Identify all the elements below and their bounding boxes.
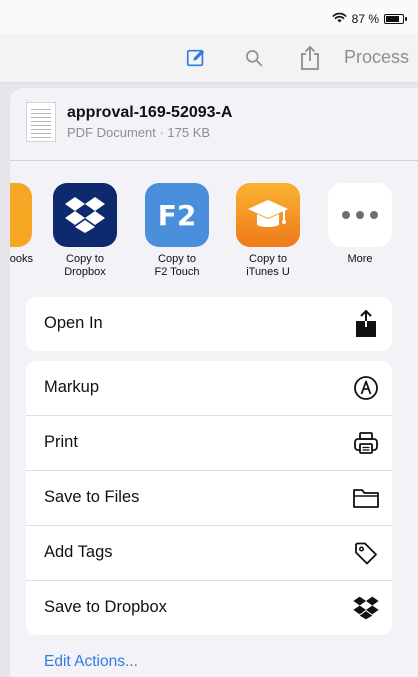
app-label: Copy to Dropbox <box>64 253 106 278</box>
app-label: Copy to F2 Touch <box>154 253 200 278</box>
app-copy-to-dropbox[interactable]: Copy to Dropbox <box>45 183 125 279</box>
status-indicators: 87 % <box>332 12 407 26</box>
print-action[interactable]: Print <box>26 416 392 471</box>
action-label: Open In <box>44 314 103 332</box>
app-copy-to-f2-touch[interactable]: F2 Copy to F2 Touch <box>137 183 217 279</box>
action-label: Add Tags <box>44 543 113 561</box>
share-icon[interactable] <box>296 44 324 72</box>
open-in-icon <box>352 310 380 338</box>
itunes-u-icon <box>236 183 300 247</box>
dropbox-icon <box>53 183 117 247</box>
dropbox-icon <box>352 594 380 622</box>
markup-action[interactable]: Markup <box>26 361 392 416</box>
document-header: approval-169-52093-A PDF Document · 175 … <box>10 88 418 161</box>
navigation-bar: Process <box>0 34 418 83</box>
print-icon <box>352 429 380 457</box>
action-label: Save to Dropbox <box>44 598 167 616</box>
battery-percentage: 87 % <box>351 12 379 26</box>
share-sheet: approval-169-52093-A PDF Document · 175 … <box>10 88 418 677</box>
search-icon[interactable] <box>240 44 268 72</box>
app-label: ooks <box>10 253 33 265</box>
f2-touch-icon-text: F2 <box>157 198 197 232</box>
battery-icon <box>384 14 407 24</box>
app-books[interactable]: ooks <box>10 183 40 266</box>
action-label: Print <box>44 433 78 451</box>
folder-icon <box>352 484 380 512</box>
f2-touch-icon: F2 <box>145 183 209 247</box>
books-icon <box>10 183 32 247</box>
app-more[interactable]: More <box>320 183 400 266</box>
battery-level-fill <box>386 16 400 22</box>
process-button[interactable]: Process <box>344 47 409 68</box>
more-icon <box>328 183 392 247</box>
app-copy-to-itunes-u[interactable]: Copy to iTunes U <box>228 183 308 279</box>
document-meta: PDF Document · 175 KB <box>67 125 211 140</box>
markup-icon <box>352 374 380 402</box>
tag-icon <box>352 539 380 567</box>
app-label: More <box>347 253 373 265</box>
edit-icon[interactable] <box>182 44 210 72</box>
document-thumbnail <box>26 102 56 142</box>
app-label: Copy to iTunes U <box>246 253 290 278</box>
action-group-main: Markup Print Save to Files Add Tags Save… <box>26 361 392 635</box>
action-label: Markup <box>44 378 100 396</box>
status-bar: 87 % <box>0 0 418 34</box>
save-to-files-action[interactable]: Save to Files <box>26 471 392 526</box>
app-row: ooks Copy to Dropbox F2 Copy to F2 Touch… <box>10 161 418 281</box>
action-label: Save to Files <box>44 488 140 506</box>
edit-actions-link[interactable]: Edit Actions... <box>44 653 138 671</box>
save-to-dropbox-action[interactable]: Save to Dropbox <box>26 581 392 635</box>
add-tags-action[interactable]: Add Tags <box>26 526 392 581</box>
wifi-icon <box>332 12 347 26</box>
action-group-open: Open In <box>26 297 392 351</box>
document-title: approval-169-52093-A <box>67 104 233 121</box>
open-in-action[interactable]: Open In <box>26 297 392 351</box>
